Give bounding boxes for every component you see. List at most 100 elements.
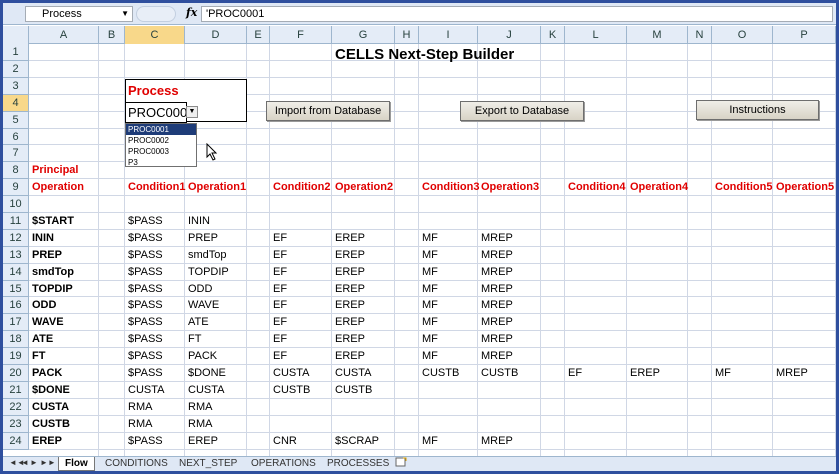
row-header[interactable]: 6 — [3, 129, 29, 145]
table-cell: CNR — [273, 435, 297, 447]
row-header[interactable]: 17 — [3, 314, 29, 331]
row-header[interactable]: 21 — [3, 382, 29, 399]
grid-line — [394, 44, 395, 456]
row-header[interactable]: 23 — [3, 416, 29, 433]
grid-line — [626, 44, 627, 456]
table-cell: EF — [273, 316, 288, 328]
column-header[interactable]: O — [712, 26, 773, 44]
sheet-title: CELLS Next-Step Builder — [335, 46, 515, 63]
row-header[interactable]: 5 — [3, 112, 29, 129]
column-header[interactable]: P — [773, 26, 836, 44]
column-header[interactable]: L — [565, 26, 627, 44]
dropdown-option[interactable]: P3 — [126, 157, 196, 168]
sheet-tab-bar: ◄◄ ◄ ► ►► Flow CONDITIONS NEXT_STEP OPERATIONS P… — [3, 456, 836, 471]
instructions-button[interactable]: Instructions — [696, 100, 819, 120]
column-header[interactable]: H — [395, 26, 419, 44]
row-header[interactable]: 7 — [3, 145, 29, 162]
import-from-database-button[interactable]: Import from Database — [266, 101, 390, 121]
function-icon[interactable]: fx — [186, 6, 197, 19]
table-cell: MREP — [481, 299, 513, 311]
table-cell: MREP — [481, 316, 513, 328]
sheet-tab[interactable]: OPERATIONS — [245, 457, 322, 471]
row-header[interactable]: 10 — [3, 196, 29, 213]
table-cell: CUSTA — [273, 367, 310, 379]
row-header[interactable]: 16 — [3, 297, 29, 314]
dropdown-option[interactable]: PROC0002 — [126, 135, 196, 146]
row-header[interactable]: 19 — [3, 348, 29, 365]
table-cell: WAVE — [188, 299, 220, 311]
row-header[interactable]: 3 — [3, 78, 29, 95]
table-cell: MREP — [481, 350, 513, 362]
row-header[interactable]: 14 — [3, 264, 29, 281]
table-cell: MREP — [481, 266, 513, 278]
new-sheet-icon[interactable] — [389, 457, 413, 471]
table-cell: MF — [422, 283, 438, 295]
table-cell: MREP — [481, 249, 513, 261]
dropdown-option[interactable]: PROC0001 — [126, 124, 196, 135]
table-cell: $DONE — [188, 367, 226, 379]
row-header[interactable]: 9 — [3, 179, 29, 196]
column-header[interactable]: B — [99, 26, 125, 44]
column-header[interactable]: C — [125, 26, 185, 44]
sheet-tab[interactable]: PROCESSES — [321, 457, 395, 471]
table-cell: RMA — [188, 418, 213, 430]
chevron-down-icon[interactable]: ▼ — [121, 7, 129, 21]
formula-input[interactable]: 'PROC0001 — [201, 6, 833, 22]
sheet-nav-icon[interactable]: ◄ — [21, 458, 29, 467]
column-header[interactable]: I — [419, 26, 478, 44]
table-cell: $PASS — [128, 435, 163, 447]
sheet-nav-icon[interactable]: ►► — [40, 458, 56, 467]
row-header[interactable]: 15 — [3, 281, 29, 297]
header-condition4: Condition4 — [568, 181, 626, 193]
formula-bar-controls — [136, 6, 176, 22]
table-cell: CUSTB — [335, 384, 373, 396]
header-principal-operation: Principal — [32, 164, 79, 176]
sheet-tab[interactable]: NEXT_STEP — [173, 457, 243, 471]
row-header[interactable]: 8 — [3, 162, 29, 179]
process-label: Process — [128, 83, 179, 98]
name-box[interactable]: Process ▼ — [25, 6, 133, 22]
process-selector: Process PROC0001 ▼ — [125, 79, 247, 123]
column-header[interactable]: M — [627, 26, 688, 44]
column-header[interactable]: A — [29, 26, 99, 44]
select-all-corner[interactable] — [3, 26, 29, 44]
cell-grid[interactable]: CELLS Next-Step Builder Process PROC0001… — [29, 44, 836, 456]
column-header[interactable]: J — [478, 26, 541, 44]
header-condition2: Condition2 — [273, 181, 331, 193]
row-header[interactable]: 4 — [3, 95, 29, 112]
table-cell: EREP — [335, 266, 365, 278]
column-header[interactable]: F — [270, 26, 332, 44]
sheet-tab[interactable]: Flow — [58, 457, 95, 471]
table-cell: $START — [32, 215, 74, 227]
row-header[interactable]: 20 — [3, 365, 29, 382]
process-select[interactable]: PROC0001 — [125, 102, 187, 123]
sheet-nav-icon[interactable]: ► — [30, 458, 38, 467]
column-header[interactable]: E — [247, 26, 270, 44]
table-cell: FT — [32, 350, 46, 362]
column-header[interactable]: K — [541, 26, 565, 44]
row-header[interactable]: 1 — [3, 44, 29, 61]
table-cell: MREP — [481, 435, 513, 447]
table-cell: ININ — [188, 215, 210, 227]
table-cell: MF — [422, 350, 438, 362]
chevron-down-icon[interactable]: ▼ — [186, 106, 198, 118]
row-header[interactable]: 24 — [3, 433, 29, 450]
table-cell: CUSTB — [422, 367, 460, 379]
table-cell: $PASS — [128, 232, 163, 244]
row-header[interactable]: 13 — [3, 247, 29, 264]
column-header[interactable]: G — [332, 26, 395, 44]
sheet-tab[interactable]: CONDITIONS — [99, 457, 174, 471]
row-header[interactable]: 18 — [3, 331, 29, 348]
dropdown-option[interactable]: PROC0003 — [126, 146, 196, 157]
column-header[interactable]: D — [185, 26, 247, 44]
table-cell: PACK — [188, 350, 218, 362]
column-header[interactable]: N — [688, 26, 712, 44]
row-header[interactable]: 22 — [3, 399, 29, 416]
table-cell: EREP — [32, 435, 62, 447]
row-header[interactable]: 2 — [3, 61, 29, 78]
table-cell: $DONE — [32, 384, 70, 396]
row-header[interactable]: 12 — [3, 230, 29, 247]
row-header[interactable]: 11 — [3, 213, 29, 230]
column-headers: ABCDEFGHIJKLMNOP — [3, 26, 836, 44]
export-to-database-button[interactable]: Export to Database — [460, 101, 584, 121]
